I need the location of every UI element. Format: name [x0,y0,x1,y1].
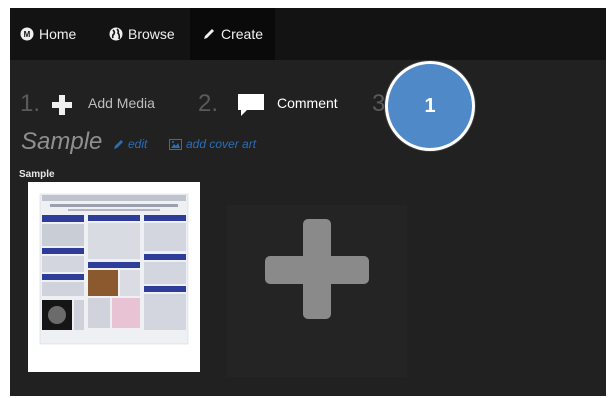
nav-home-label: Home [39,26,77,42]
step-comment[interactable]: Comment [277,95,338,111]
pencil-icon [113,138,125,150]
poster-preview-image [28,182,200,372]
collection-title: Sample [21,128,103,155]
step-3-number: 3 [372,90,386,117]
image-icon [169,138,182,150]
add-cover-art-label: add cover art [186,137,257,151]
plus-icon [265,219,369,319]
callout-badge: 1 [385,61,475,151]
step-1-number: 1. [20,90,41,117]
app-frame: M Home Browse Create 1. Add Media 2. Com… [10,8,606,396]
speech-bubble-icon [237,93,265,122]
nav-browse[interactable]: Browse [109,8,175,60]
plus-icon [50,93,74,122]
step-progress: 1. Add Media 2. Comment 3 [20,90,606,120]
collection-header: Sample edit add cover art [21,128,581,158]
media-thumbnail[interactable] [28,182,200,372]
edit-link[interactable]: edit [113,137,147,151]
nav-create-label: Create [221,26,264,42]
step-2-number: 2. [198,90,219,117]
media-item-label: Sample [19,169,55,180]
step-add-media[interactable]: Add Media [88,95,155,111]
nav-browse-label: Browse [128,26,175,42]
home-icon: M [20,27,34,41]
globe-icon [109,27,123,41]
nav-home[interactable]: M Home [20,8,76,60]
edit-link-label: edit [128,137,148,151]
pencil-icon [202,27,216,41]
add-media-tile[interactable] [227,205,407,377]
add-cover-art-link[interactable]: add cover art [169,137,256,151]
svg-text:M: M [24,30,31,39]
navbar: M Home Browse Create [10,8,606,60]
nav-create[interactable]: Create [190,8,276,60]
